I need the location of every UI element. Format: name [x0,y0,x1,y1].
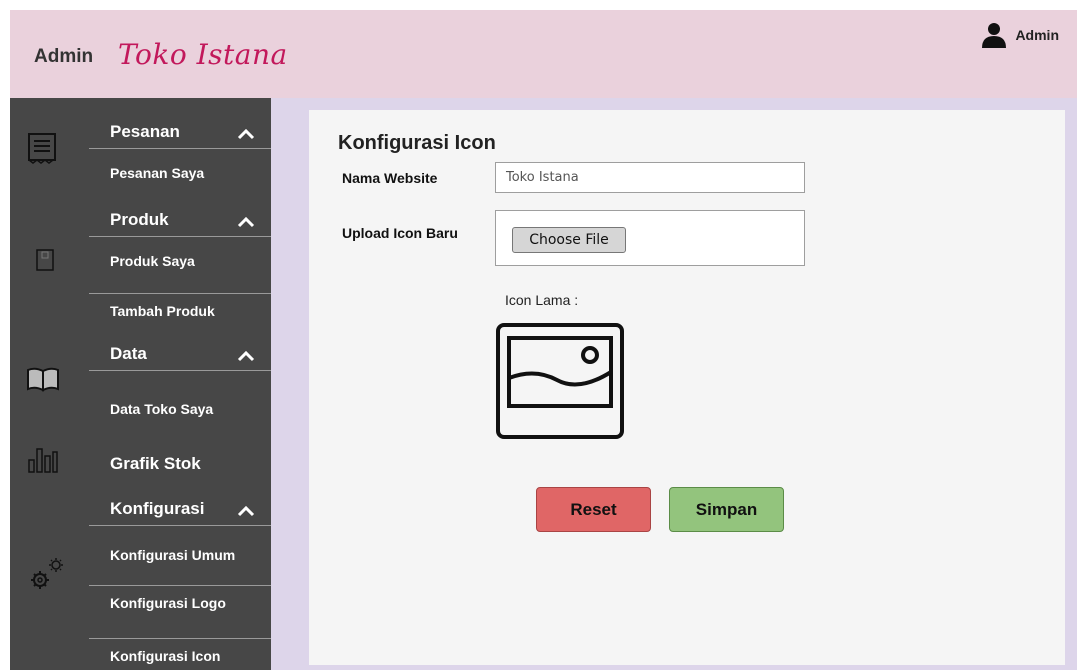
config-panel: Konfigurasi Icon Nama Website Toko Istan… [309,110,1065,665]
tag-icon[interactable] [35,248,55,277]
sidebar-item-label: Data Toko Saya [110,401,214,417]
page-title: Konfigurasi Icon [338,132,496,154]
user-icon[interactable] [981,22,1007,53]
sidebar-group-label: Grafik Stok [110,454,201,473]
sidebar-item-tambah-produk[interactable]: Tambah Produk [89,293,271,319]
sidebar-icon-strip [10,98,89,670]
sidebar-item-label: Konfigurasi Umum [110,547,236,563]
upload-icon-label: Upload Icon Baru [342,225,458,241]
sidebar-item-konfigurasi-icon[interactable]: Konfigurasi Icon [89,638,271,664]
sidebar-item-konfigurasi-umum[interactable]: Konfigurasi Umum [89,547,271,563]
sidebar-item-grafik-stok[interactable]: Grafik Stok [89,454,271,474]
nama-website-field[interactable]: Toko Istana [495,162,805,193]
sidebar-group-label: Produk [110,210,169,229]
top-header: Admin Toko Istana Admin [10,10,1077,98]
chevron-up-icon[interactable] [237,213,255,233]
sidebar-item-label: Tambah Produk [110,303,215,319]
sidebar-item-label: Pesanan Saya [110,165,205,181]
sidebar-group-label: Pesanan [110,122,180,141]
sidebar-item-label: Konfigurasi Logo [110,595,226,611]
reset-button[interactable]: Reset [536,487,651,532]
nama-website-value: Toko Istana [506,170,579,185]
image-placeholder-icon [495,322,625,445]
chevron-up-icon[interactable] [237,502,255,522]
save-button[interactable]: Simpan [669,487,784,532]
gears-icon[interactable] [30,556,66,595]
user-name[interactable]: Admin [1015,27,1059,43]
sidebar-group-data[interactable]: Data [89,344,271,371]
icon-lama-label: Icon Lama : [505,292,579,308]
sidebar-group-label: Data [110,344,147,363]
upload-icon-field[interactable]: Choose File [495,210,805,266]
sidebar-group-label: Konfigurasi [110,499,205,518]
brand-logo-text[interactable]: Toko Istana [118,38,288,71]
sidebar-group-pesanan[interactable]: Pesanan [89,122,271,149]
sidebar-group-produk[interactable]: Produk [89,210,271,237]
sidebar-item-label: Produk Saya [110,253,195,269]
sidebar-item-produk-saya[interactable]: Produk Saya [89,253,271,269]
user-menu[interactable]: Admin [981,22,1059,53]
chevron-up-icon[interactable] [237,347,255,367]
choose-file-button[interactable]: Choose File [512,227,626,253]
sidebar-menu: Pesanan Pesanan Saya Produk Produk Saya … [89,98,271,670]
chart-icon[interactable] [27,446,59,479]
chevron-up-icon[interactable] [237,125,255,145]
receipt-icon[interactable] [27,132,57,169]
sidebar-item-konfigurasi-logo[interactable]: Konfigurasi Logo [89,585,271,611]
sidebar-group-konfigurasi[interactable]: Konfigurasi [89,499,271,526]
sidebar-item-label: Konfigurasi Icon [110,648,221,664]
sidebar-item-pesanan-saya[interactable]: Pesanan Saya [89,165,271,181]
sidebar-item-data-toko-saya[interactable]: Data Toko Saya [89,401,271,417]
nama-website-label: Nama Website [342,170,438,186]
admin-title: Admin [34,46,94,67]
book-icon[interactable] [26,366,60,397]
